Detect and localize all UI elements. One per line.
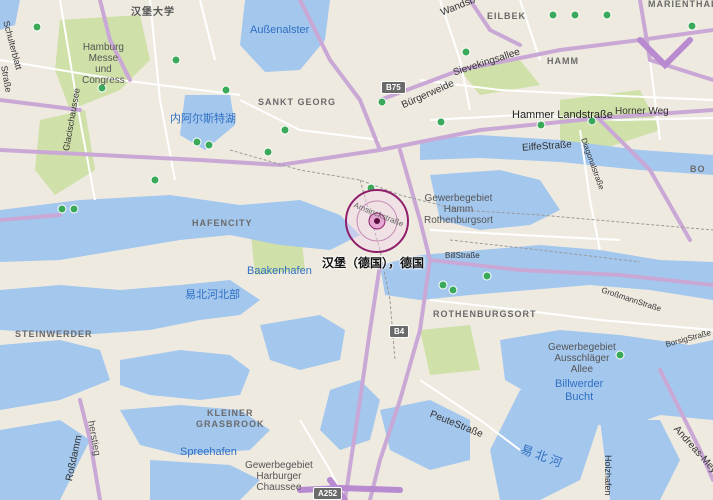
label-university: 汉堡大学	[131, 7, 175, 18]
label-hamburg-messe: Hamburg Messe und Congress	[82, 42, 125, 86]
label-marienthal: MARIENTHAL	[648, 0, 713, 9]
label-hammer-landstrasse: Hammer Landstraße	[512, 109, 613, 121]
label-kleiner-grasbrook: KLEINER GRASBROOK	[196, 408, 265, 429]
label-billstrasse: BillStraße	[445, 251, 480, 260]
route-shield-a252: A252	[313, 487, 343, 500]
label-hamm: HAMM	[547, 56, 579, 66]
label-rothenburgsort: ROTHENBURGSORT	[433, 309, 537, 319]
label-baakenhafen: Baakenhafen	[247, 265, 312, 277]
label-holzhafen: Holzhafen	[603, 455, 613, 496]
route-shield-b4: B4	[389, 325, 410, 338]
label-horner-weg: Horner Weg	[615, 106, 669, 117]
label-sankt-georg: SANKT GEORG	[258, 97, 337, 107]
label-aussenalster: Außenalster	[250, 24, 310, 36]
label-elbe-north: 易北河北部	[185, 289, 240, 301]
label-binnenalster: 内阿尔斯特湖	[170, 113, 236, 125]
label-gewerbegebiet-harburger: Gewerbegebiet Harburger Chaussee	[245, 460, 313, 493]
label-steinwerder: STEINWERDER	[15, 329, 93, 339]
route-shield-b75: B75	[381, 81, 406, 94]
label-bo: BO	[690, 164, 706, 174]
location-label: 汉堡（德国），德国	[322, 256, 425, 270]
map-canvas[interactable]: 汉堡大学 Hamburg Messe und Congress Außenals…	[0, 0, 713, 500]
label-hafencity: HAFENCITY	[192, 218, 253, 228]
label-billwerder-bucht: Billwerder Bucht	[555, 378, 604, 403]
label-gewerbegebiet-hamm: Gewerbegebiet Hamm Rothenburgsort	[424, 193, 493, 226]
label-eilbek: EILBEK	[487, 11, 527, 21]
label-spreehafen: Spreehafen	[180, 446, 237, 458]
elbe-main	[0, 195, 360, 262]
label-gewerbegebiet-ausschlager: Gewerbegebiet Ausschläger Allee	[548, 342, 616, 375]
